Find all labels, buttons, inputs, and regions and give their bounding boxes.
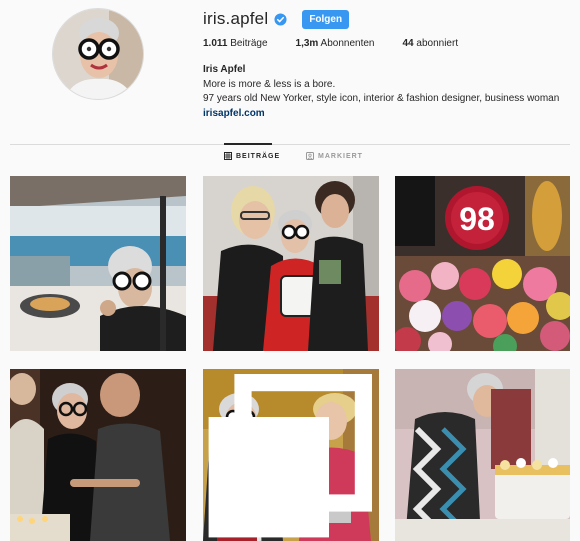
posts-grid: 98 xyxy=(0,0,580,541)
post-image-birthday-flowers: 98 xyxy=(395,176,570,351)
post-image-group-photo xyxy=(203,176,379,351)
gallery-icon xyxy=(208,374,372,538)
post-tile[interactable] xyxy=(395,369,570,541)
post-tile[interactable] xyxy=(203,369,379,541)
post-image-cake xyxy=(395,369,570,541)
cake-number-98: 98 xyxy=(459,201,495,237)
post-image-candles xyxy=(10,369,186,541)
post-image-terrace-lunch xyxy=(10,176,186,351)
post-tile[interactable] xyxy=(10,369,186,541)
post-tile[interactable]: 98 xyxy=(395,176,570,351)
post-tile[interactable] xyxy=(203,176,379,351)
post-tile[interactable] xyxy=(10,176,186,351)
